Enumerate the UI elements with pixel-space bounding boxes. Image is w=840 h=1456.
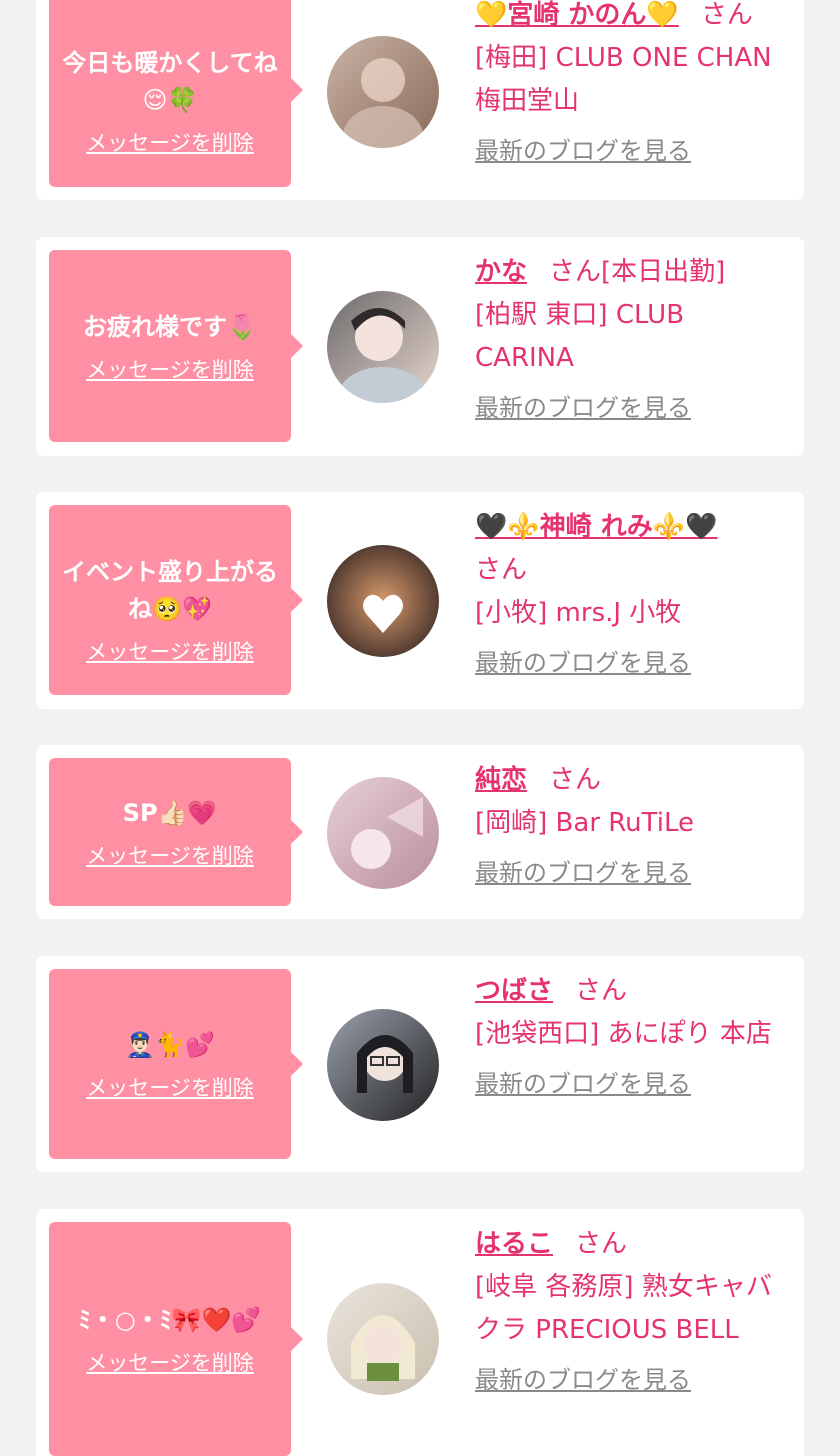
honorific: さん — [700, 0, 753, 30]
message-text: ﾐ・○・ﾐ🎀❤️💕 — [78, 1305, 262, 1334]
delete-message-link[interactable]: メッセージを削除 — [86, 638, 254, 666]
profile-info: 純恋 さん [岡崎] Bar RuTiLe 最新のブログを見る — [475, 759, 787, 889]
message-text: お疲れ様です🌷 — [83, 312, 257, 341]
shop-name: [小牧] mrs.J 小牧 — [475, 598, 682, 628]
message-list: 今日も暖かくしてね😌🍀 メッセージを削除 💛宮崎 かのん💛 さん [梅田] CLU… — [0, 0, 840, 1456]
name-line: 💛宮崎 かのん💛 さん — [475, 0, 787, 37]
profile-name-link[interactable]: かな — [475, 257, 527, 287]
latest-blog-link[interactable]: 最新のブログを見る — [475, 135, 691, 167]
profile-info: はるこ さん [岐阜 各務原] 熟女キャバクラ PRECIOUS BELL 最新の… — [475, 1223, 787, 1396]
profile-name-link[interactable]: 🖤⚜️神崎 れみ⚜️🖤 — [475, 512, 718, 542]
message-text: 👮🏻‍♂️🐈💕 — [125, 1030, 215, 1059]
message-bubble: イベント盛り上がるね🥺💖 メッセージを削除 — [49, 505, 303, 695]
delete-message-link[interactable]: メッセージを削除 — [86, 842, 254, 870]
message-card: SP👍🏻💗 メッセージを削除 純恋 さん [岡崎] Bar RuTiLe 最新のブ… — [36, 745, 804, 919]
avatar[interactable] — [327, 777, 439, 889]
latest-blog-link[interactable]: 最新のブログを見る — [475, 1068, 691, 1100]
message-text: 今日も暖かくしてね😌🍀 — [62, 48, 278, 114]
avatar[interactable] — [327, 36, 439, 148]
message-card: 今日も暖かくしてね😌🍀 メッセージを削除 💛宮崎 かのん💛 さん [梅田] CLU… — [36, 0, 804, 200]
message-bubble: お疲れ様です🌷 メッセージを削除 — [49, 250, 303, 442]
avatar[interactable] — [327, 1283, 439, 1395]
honorific: さん — [575, 976, 628, 1006]
profile-name-link[interactable]: はるこ — [475, 1229, 553, 1259]
name-line: はるこ さん — [475, 1223, 787, 1266]
name-line: 🖤⚜️神崎 れみ⚜️🖤 さん — [475, 506, 787, 592]
honorific: さん — [475, 555, 528, 585]
message-bubble: 👮🏻‍♂️🐈💕 メッセージを削除 — [49, 969, 303, 1159]
avatar[interactable] — [327, 1009, 439, 1121]
profile-info: つばさ さん [池袋西口] あにぽり 本店 最新のブログを見る — [475, 970, 787, 1100]
message-card: 👮🏻‍♂️🐈💕 メッセージを削除 つばさ さん [池袋西口] あにぽり 本店 最新… — [36, 956, 804, 1172]
avatar[interactable] — [327, 545, 439, 657]
profile-name-link[interactable]: 💛宮崎 かのん💛 — [475, 0, 679, 30]
shop-name: [梅田] CLUB ONE CHAN 梅田堂山 — [475, 43, 772, 116]
name-line: かな さん[本日出勤] — [475, 251, 787, 294]
delete-message-link[interactable]: メッセージを削除 — [86, 1349, 254, 1377]
shop-name: [岐阜 各務原] 熟女キャバクラ PRECIOUS BELL — [475, 1272, 772, 1345]
profile-info: かな さん[本日出勤] [柏駅 東口] CLUB CARINA 最新のブログを見る — [475, 251, 787, 424]
delete-message-link[interactable]: メッセージを削除 — [86, 129, 254, 157]
message-card: お疲れ様です🌷 メッセージを削除 かな さん[本日出勤] [柏駅 東口] CLUB… — [36, 237, 804, 456]
honorific: さん — [575, 1229, 628, 1259]
message-bubble: SP👍🏻💗 メッセージを削除 — [49, 758, 303, 906]
avatar[interactable] — [327, 291, 439, 403]
shop-name: [池袋西口] あにぽり 本店 — [475, 1019, 772, 1049]
profile-info: 💛宮崎 かのん💛 さん [梅田] CLUB ONE CHAN 梅田堂山 最新のブロ… — [475, 0, 787, 167]
message-bubble: ﾐ・○・ﾐ🎀❤️💕 メッセージを削除 — [49, 1222, 303, 1456]
shop-name: [岡崎] Bar RuTiLe — [475, 808, 694, 838]
shop-name: [柏駅 東口] CLUB CARINA — [475, 300, 685, 373]
delete-message-link[interactable]: メッセージを削除 — [86, 1074, 254, 1102]
message-card: イベント盛り上がるね🥺💖 メッセージを削除 🖤⚜️神崎 れみ⚜️🖤 さん [小牧]… — [36, 492, 804, 709]
latest-blog-link[interactable]: 最新のブログを見る — [475, 647, 691, 679]
message-bubble: 今日も暖かくしてね😌🍀 メッセージを削除 — [49, 0, 303, 187]
latest-blog-link[interactable]: 最新のブログを見る — [475, 392, 691, 424]
profile-info: 🖤⚜️神崎 れみ⚜️🖤 さん [小牧] mrs.J 小牧 最新のブログを見る — [475, 506, 787, 679]
honorific: さん[本日出勤] — [549, 257, 726, 287]
delete-message-link[interactable]: メッセージを削除 — [86, 356, 254, 384]
profile-name-link[interactable]: 純恋 — [475, 765, 527, 795]
profile-name-link[interactable]: つばさ — [475, 976, 553, 1006]
message-card: ﾐ・○・ﾐ🎀❤️💕 メッセージを削除 はるこ さん [岐阜 各務原] 熟女キャバク… — [36, 1209, 804, 1456]
latest-blog-link[interactable]: 最新のブログを見る — [475, 1364, 691, 1396]
latest-blog-link[interactable]: 最新のブログを見る — [475, 857, 691, 889]
name-line: つばさ さん — [475, 970, 787, 1013]
message-text: SP👍🏻💗 — [122, 798, 218, 827]
honorific: さん — [549, 765, 602, 795]
message-text: イベント盛り上がるね🥺💖 — [62, 558, 278, 623]
name-line: 純恋 さん — [475, 759, 787, 802]
